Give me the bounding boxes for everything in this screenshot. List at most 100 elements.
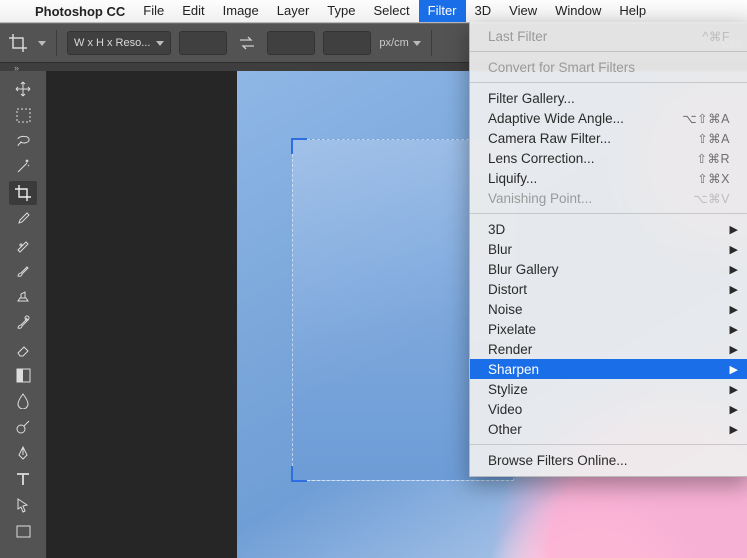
tool-palette: [0, 71, 47, 558]
menu-item-label: Lens Correction...: [488, 151, 595, 166]
menu-item-pixelate[interactable]: Pixelate ▶: [470, 319, 747, 339]
menu-item-distort[interactable]: Distort▶: [470, 279, 747, 299]
menu-layer[interactable]: Layer: [268, 0, 319, 22]
menu-item-browse-online[interactable]: Browse Filters Online...: [470, 450, 747, 470]
menu-item-label: Convert for Smart Filters: [488, 60, 635, 75]
tool-clone-stamp[interactable]: [9, 285, 37, 309]
menu-view[interactable]: View: [500, 0, 546, 22]
tool-gradient[interactable]: [9, 363, 37, 387]
submenu-arrow-icon: ▶: [730, 263, 738, 276]
menu-file[interactable]: File: [134, 0, 173, 22]
menu-shortcut: ⌥⇧⌘A: [682, 111, 730, 126]
menu-item-video[interactable]: Video ▶: [470, 399, 747, 419]
app-name[interactable]: Photoshop CC: [26, 4, 134, 19]
crop-preset-label: W x H x Reso...: [74, 37, 150, 49]
menu-item-label: Adaptive Wide Angle...: [488, 111, 624, 126]
chevron-down-icon: [156, 41, 164, 46]
filter-menu: Last Filter ^⌘F Convert for Smart Filter…: [469, 22, 747, 477]
menu-shortcut: ⇧⌘X: [697, 171, 730, 186]
menu-item-label: Sharpen: [488, 362, 539, 377]
menu-item-label: Render: [488, 342, 532, 357]
menu-help[interactable]: Help: [610, 0, 655, 22]
crop-resolution-field[interactable]: [323, 31, 371, 55]
menu-item-label: Pixelate: [488, 322, 536, 337]
tool-rectangle[interactable]: [9, 519, 37, 543]
menu-item-camera-raw[interactable]: Camera Raw Filter... ⇧⌘A: [470, 128, 747, 148]
menu-item-last-filter[interactable]: Last Filter ^⌘F: [470, 26, 747, 46]
menu-shortcut: ^⌘F: [702, 29, 730, 44]
menu-select[interactable]: Select: [364, 0, 418, 22]
tool-blur[interactable]: [9, 389, 37, 413]
menu-shortcut: ⇧⌘A: [697, 131, 730, 146]
tool-eraser[interactable]: [9, 337, 37, 361]
menu-item-blur[interactable]: Blur ▶: [470, 239, 747, 259]
menu-item-convert-smart[interactable]: Convert for Smart Filters: [470, 57, 747, 77]
menu-item-other[interactable]: Other▶: [470, 419, 747, 439]
menu-item-adaptive-wide-angle[interactable]: Adaptive Wide Angle... ⌥⇧⌘A: [470, 108, 747, 128]
crop-handle-icon[interactable]: [291, 466, 307, 482]
menu-item-label: Blur: [488, 242, 512, 257]
menu-edit[interactable]: Edit: [173, 0, 213, 22]
menu-item-render[interactable]: Render ▶: [470, 339, 747, 359]
menu-item-label: 3D: [488, 222, 505, 237]
menu-shortcut: ⇧⌘R: [696, 151, 730, 166]
mac-menubar: Photoshop CC File Edit Image Layer Type …: [0, 0, 747, 23]
menu-item-3d[interactable]: 3D ▶: [470, 219, 747, 239]
menu-item-noise[interactable]: Noise▶: [470, 299, 747, 319]
tool-history-brush[interactable]: [9, 311, 37, 335]
submenu-arrow-icon: ▶: [730, 403, 738, 416]
menu-item-label: Vanishing Point...: [488, 191, 592, 206]
crop-handle-icon[interactable]: [291, 138, 307, 154]
tool-eyedropper[interactable]: [9, 207, 37, 231]
submenu-arrow-icon: ▶: [730, 223, 738, 236]
menu-3d[interactable]: 3D: [466, 0, 501, 22]
submenu-arrow-icon: ▶: [730, 343, 738, 356]
crop-width-field[interactable]: [179, 31, 227, 55]
crop-height-field[interactable]: [267, 31, 315, 55]
submenu-arrow-icon: ▶: [730, 243, 738, 256]
tool-lasso[interactable]: [9, 129, 37, 153]
menu-item-label: Distort: [488, 282, 527, 297]
submenu-arrow-icon: ▶: [730, 383, 738, 396]
menu-item-vanishing-point[interactable]: Vanishing Point... ⌥⌘V: [470, 188, 747, 208]
menu-window[interactable]: Window: [546, 0, 610, 22]
tool-brush[interactable]: [9, 259, 37, 283]
menu-filter[interactable]: Filter: [419, 0, 466, 22]
chevron-down-icon: [413, 41, 421, 46]
tool-healing-brush[interactable]: [9, 233, 37, 257]
swap-dimensions-icon[interactable]: [235, 31, 259, 55]
submenu-arrow-icon: ▶: [730, 423, 738, 436]
menu-item-label: Camera Raw Filter...: [488, 131, 611, 146]
tool-preset-caret-icon[interactable]: [38, 41, 46, 46]
menu-item-liquify[interactable]: Liquify... ⇧⌘X: [470, 168, 747, 188]
tool-dodge[interactable]: [9, 415, 37, 439]
menu-item-label: Filter Gallery...: [488, 91, 575, 106]
tool-marquee[interactable]: [9, 103, 37, 127]
crop-preset-select[interactable]: W x H x Reso...: [67, 31, 171, 55]
menu-type[interactable]: Type: [318, 0, 364, 22]
crop-tool-icon[interactable]: [6, 31, 30, 55]
tool-magic-wand[interactable]: [9, 155, 37, 179]
tool-crop[interactable]: [9, 181, 37, 205]
menu-image[interactable]: Image: [214, 0, 268, 22]
menu-item-blur-gallery[interactable]: Blur Gallery ▶: [470, 259, 747, 279]
menu-item-filter-gallery[interactable]: Filter Gallery...: [470, 88, 747, 108]
menu-item-sharpen[interactable]: Sharpen ▶: [470, 359, 747, 379]
tool-type[interactable]: [9, 467, 37, 491]
tool-pen[interactable]: [9, 441, 37, 465]
menu-item-label: Liquify...: [488, 171, 537, 186]
tool-path-select[interactable]: [9, 493, 37, 517]
tool-move[interactable]: [9, 77, 37, 101]
menu-item-lens-correction[interactable]: Lens Correction... ⇧⌘R: [470, 148, 747, 168]
menu-item-label: Stylize: [488, 382, 528, 397]
crop-unit-select[interactable]: px/cm: [379, 37, 420, 49]
submenu-arrow-icon: ▶: [730, 323, 738, 336]
submenu-arrow-icon: ▶: [730, 363, 738, 376]
crop-unit-label: px/cm: [379, 37, 408, 49]
menu-shortcut: ⌥⌘V: [693, 191, 730, 206]
menu-item-stylize[interactable]: Stylize ▶: [470, 379, 747, 399]
menu-item-label: Last Filter: [488, 29, 547, 44]
menu-item-label: Video: [488, 402, 522, 417]
menu-item-label: Blur Gallery: [488, 262, 559, 277]
menu-item-label: Browse Filters Online...: [488, 453, 628, 468]
